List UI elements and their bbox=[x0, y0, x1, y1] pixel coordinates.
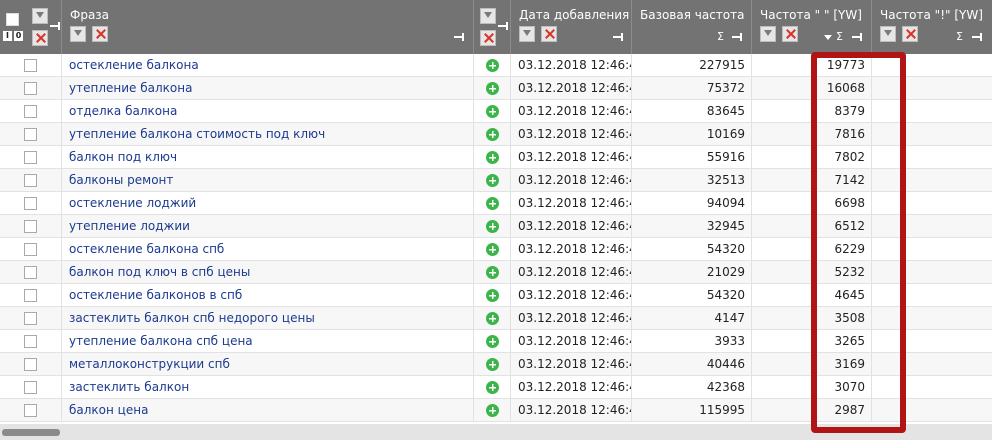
pin-icon[interactable] bbox=[732, 33, 744, 41]
frequency-quotes-column-title: Частота " " [YW] bbox=[760, 8, 862, 22]
phrase-column-header[interactable]: Фраза bbox=[62, 0, 474, 54]
base-frequency-cell: 54320 bbox=[632, 238, 752, 261]
filter-icon[interactable] bbox=[70, 26, 86, 42]
filter-icon[interactable] bbox=[32, 8, 48, 24]
filter-icon[interactable] bbox=[519, 26, 535, 42]
date-cell: 03.12.2018 12:46:40 bbox=[511, 215, 632, 238]
filter-icon[interactable] bbox=[880, 26, 896, 42]
date-cell: 03.12.2018 12:46:40 bbox=[511, 169, 632, 192]
base-frequency-cell: 40446 bbox=[632, 353, 752, 376]
pin-icon[interactable] bbox=[454, 33, 466, 41]
clear-filter-icon[interactable] bbox=[480, 30, 496, 46]
date-cell: 03.12.2018 12:46:40 bbox=[511, 192, 632, 215]
phrase-cell[interactable]: отделка балкона bbox=[0, 100, 474, 123]
grid-header: I 0 Фраза Дата добавления Базовая частот… bbox=[0, 0, 992, 54]
date-cell: 03.12.2018 12:46:40 bbox=[511, 399, 632, 422]
phrase-cell[interactable]: утепление балкона спб цена bbox=[0, 330, 474, 353]
clear-filter-icon[interactable] bbox=[902, 26, 918, 42]
base-frequency-cell: 55916 bbox=[632, 146, 752, 169]
phrase-cell[interactable]: застеклить балкон спб недорого цены bbox=[0, 307, 474, 330]
phrase-column-title: Фраза bbox=[70, 8, 110, 22]
pin-icon[interactable] bbox=[50, 22, 62, 30]
phrase-cell[interactable]: остекление балкона bbox=[0, 54, 474, 77]
phrase-cell[interactable]: балконы ремонт bbox=[0, 169, 474, 192]
pin-icon[interactable] bbox=[498, 22, 510, 30]
sum-icon[interactable]: Σ bbox=[717, 30, 724, 43]
date-cell: 03.12.2018 12:46:40 bbox=[511, 54, 632, 77]
pin-icon[interactable] bbox=[972, 33, 984, 41]
phrase-cell[interactable]: балкон под ключ bbox=[0, 146, 474, 169]
filter-icon[interactable] bbox=[760, 26, 776, 42]
base-frequency-cell: 94094 bbox=[632, 192, 752, 215]
frequency-exclamation-column-title: Частота "!" [YW] bbox=[880, 8, 983, 22]
date-cell: 03.12.2018 12:46:40 bbox=[511, 146, 632, 169]
date-cell: 03.12.2018 12:46:40 bbox=[511, 376, 632, 399]
sum-icon[interactable]: Σ bbox=[836, 30, 843, 43]
phrase-cell[interactable]: утепление лоджии bbox=[0, 215, 474, 238]
date-cell: 03.12.2018 12:46:40 bbox=[511, 261, 632, 284]
pin-icon[interactable] bbox=[852, 33, 864, 41]
mini-toggle-1[interactable]: I bbox=[3, 31, 12, 41]
date-cell: 03.12.2018 12:46:40 bbox=[511, 284, 632, 307]
date-cell: 03.12.2018 12:46:40 bbox=[511, 100, 632, 123]
phrase-cell[interactable]: балкон цена bbox=[0, 399, 474, 422]
phrase-cell[interactable]: металлоконструкции спб bbox=[0, 353, 474, 376]
base-frequency-cell: 227915 bbox=[632, 54, 752, 77]
date-cell: 03.12.2018 12:46:40 bbox=[511, 307, 632, 330]
base-frequency-cell: 21029 bbox=[632, 261, 752, 284]
sum-icon[interactable]: Σ bbox=[956, 30, 963, 43]
base-frequency-cell: 4147 bbox=[632, 307, 752, 330]
pin-icon[interactable] bbox=[613, 33, 625, 41]
clear-filter-icon[interactable] bbox=[92, 26, 108, 42]
base-frequency-column-header[interactable]: Базовая частота [Y Σ bbox=[632, 0, 752, 54]
base-frequency-cell: 10169 bbox=[632, 123, 752, 146]
clear-filter-icon[interactable] bbox=[32, 30, 48, 46]
base-frequency-cell: 3933 bbox=[632, 330, 752, 353]
base-frequency-cell: 32513 bbox=[632, 169, 752, 192]
phrase-cell[interactable]: балкон под ключ в спб цены bbox=[0, 261, 474, 284]
sort-descending-icon[interactable] bbox=[824, 35, 832, 40]
phrase-cell[interactable]: утепление балкона стоимость под ключ bbox=[0, 123, 474, 146]
date-cell: 03.12.2018 12:46:40 bbox=[511, 77, 632, 100]
clear-filter-icon[interactable] bbox=[541, 26, 557, 42]
select-all-checkbox[interactable] bbox=[6, 13, 19, 26]
frequency-exclamation-column-header[interactable]: Частота "!" [YW] Σ bbox=[872, 0, 992, 54]
highlight-annotation bbox=[811, 52, 906, 433]
base-frequency-cell: 32945 bbox=[632, 215, 752, 238]
date-cell: 03.12.2018 12:46:40 bbox=[511, 123, 632, 146]
filter-icon[interactable] bbox=[480, 8, 496, 24]
date-cell: 03.12.2018 12:46:40 bbox=[511, 330, 632, 353]
date-column-header[interactable]: Дата добавления bbox=[511, 0, 632, 54]
base-frequency-column-title: Базовая частота [Y bbox=[640, 8, 748, 22]
phrase-cell[interactable]: остекление балконов в спб bbox=[0, 284, 474, 307]
select-column-header: I 0 bbox=[0, 0, 62, 54]
date-cell: 03.12.2018 12:46:40 bbox=[511, 238, 632, 261]
phrase-cell[interactable]: утепление балкона bbox=[0, 77, 474, 100]
phrase-cell[interactable]: застеклить балкон bbox=[0, 376, 474, 399]
date-column-title: Дата добавления bbox=[519, 8, 630, 22]
scrollbar-thumb[interactable] bbox=[2, 429, 60, 436]
phrase-cell[interactable]: остекление балкона спб bbox=[0, 238, 474, 261]
date-cell: 03.12.2018 12:46:40 bbox=[511, 353, 632, 376]
base-frequency-cell: 83645 bbox=[632, 100, 752, 123]
frequency-quotes-column-header[interactable]: Частота " " [YW] Σ bbox=[752, 0, 872, 54]
phrase-cell[interactable]: остекление лоджий bbox=[0, 192, 474, 215]
base-frequency-cell: 54320 bbox=[632, 284, 752, 307]
mini-toggle-2[interactable]: 0 bbox=[14, 31, 23, 41]
clear-filter-icon[interactable] bbox=[782, 26, 798, 42]
base-frequency-cell: 115995 bbox=[632, 399, 752, 422]
base-frequency-cell: 75372 bbox=[632, 77, 752, 100]
base-frequency-cell: 42368 bbox=[632, 376, 752, 399]
add-column-header bbox=[474, 0, 511, 54]
